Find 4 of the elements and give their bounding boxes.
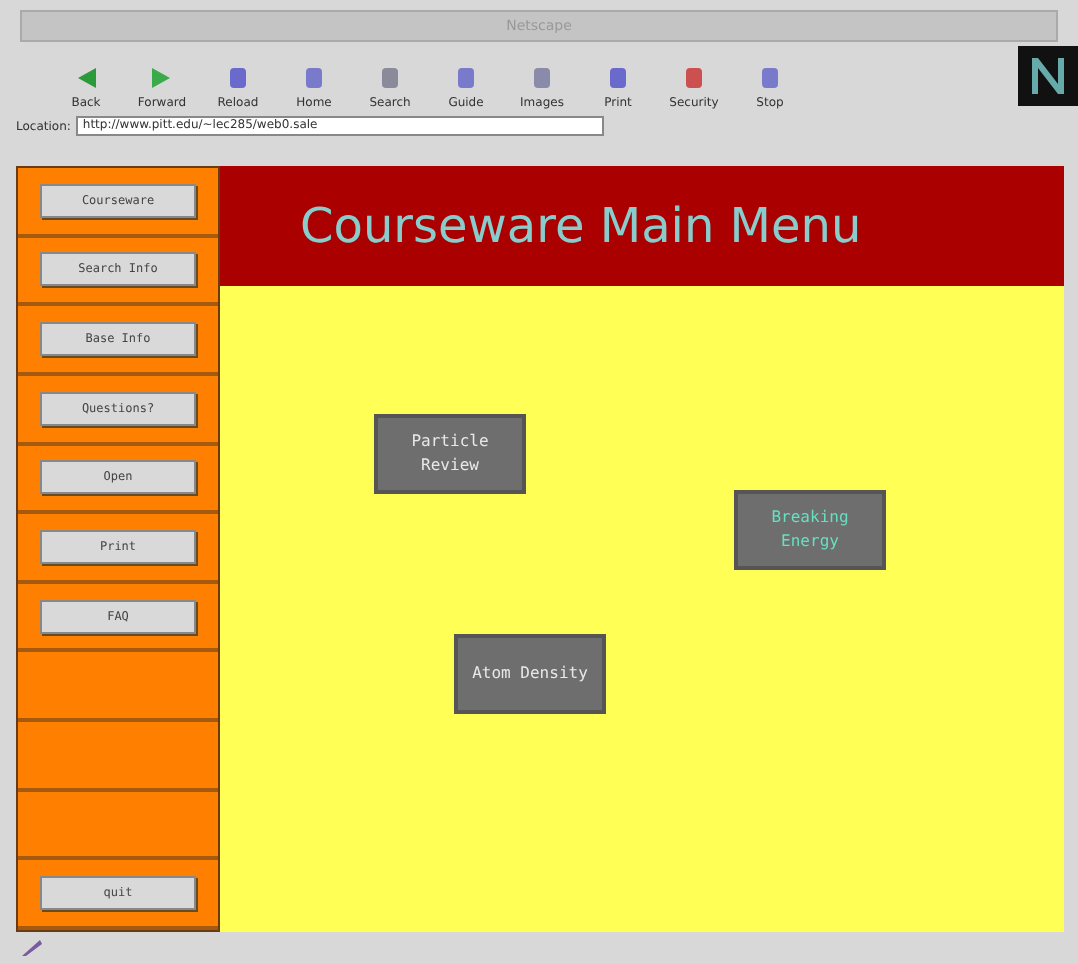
page-title: Courseware Main Menu — [300, 198, 862, 254]
menu-button[interactable]: Atom Density — [454, 634, 606, 714]
menu-button[interactable]: Particle Review — [374, 414, 526, 494]
browser-logo — [1018, 46, 1078, 106]
